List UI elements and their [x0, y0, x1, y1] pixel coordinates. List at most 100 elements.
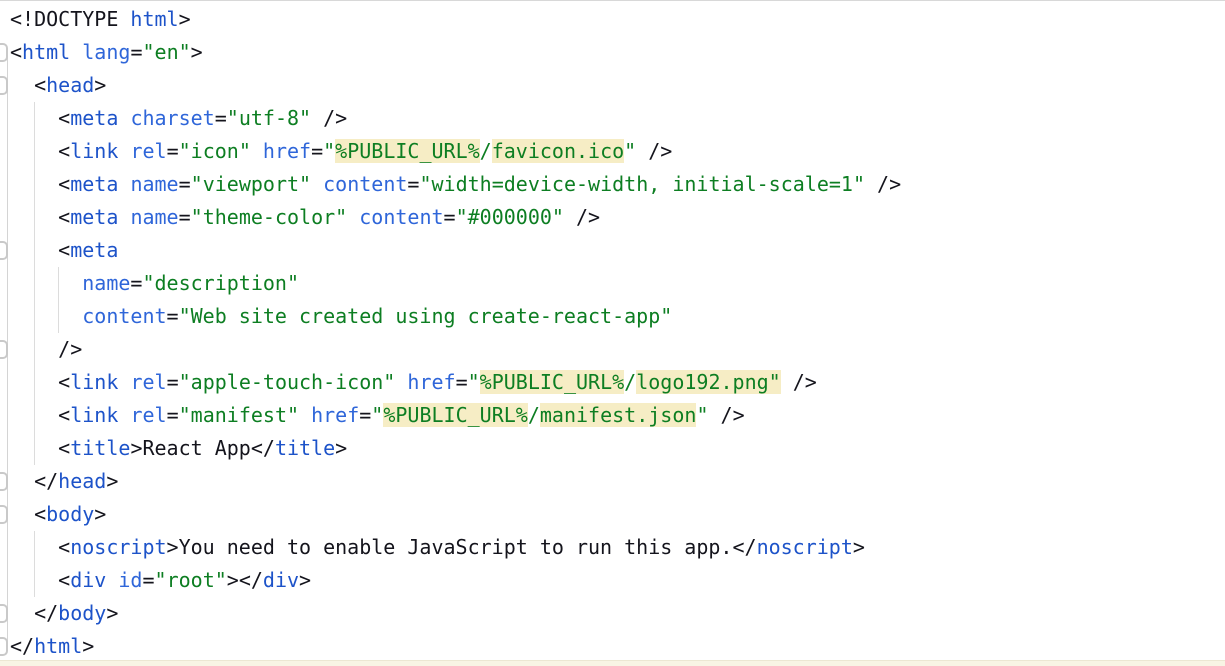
token-p: =	[167, 370, 179, 394]
token-p: <	[10, 238, 70, 262]
token-p: <	[10, 40, 22, 64]
token-p: />	[636, 139, 672, 163]
token-str: "	[468, 370, 480, 394]
code-line-5[interactable]: <link rel="icon" href="%PUBLIC_URL%/favi…	[10, 135, 901, 168]
token-p	[118, 139, 130, 163]
code-line-4[interactable]: <meta charset="utf-8" />	[10, 102, 901, 135]
code-line-15[interactable]: </head>	[10, 465, 901, 498]
token-p: <	[10, 370, 70, 394]
token-str: "en"	[142, 40, 190, 64]
code-line-8[interactable]: <meta	[10, 234, 901, 267]
token-tag: link	[70, 139, 118, 163]
token-attr: name	[82, 271, 130, 295]
code-line-3[interactable]: <head>	[10, 69, 901, 102]
token-attr: rel	[130, 370, 166, 394]
token-tag: div	[263, 568, 299, 592]
token-p	[106, 568, 118, 592]
token-p: =	[167, 304, 179, 328]
code-line-9[interactable]: name="description"	[10, 267, 901, 300]
token-p: />	[708, 403, 744, 427]
token-str: "manifest"	[179, 403, 299, 427]
token-tag: link	[70, 370, 118, 394]
token-str: "icon"	[179, 139, 251, 163]
token-p: <	[10, 535, 70, 559]
code-editor-pane[interactable]: <!DOCTYPE html><html lang="en"> <head> <…	[0, 0, 1225, 666]
code-line-13[interactable]: <link rel="manifest" href="%PUBLIC_URL%/…	[10, 399, 901, 432]
token-p: <	[10, 502, 46, 526]
token-inj: favicon.ico	[492, 139, 624, 163]
token-str: /	[624, 370, 636, 394]
token-p: />	[865, 172, 901, 196]
token-attr: content	[82, 304, 166, 328]
token-attr: name	[130, 172, 178, 196]
token-p: =	[179, 172, 191, 196]
token-tag: meta	[70, 238, 118, 262]
code-line-12[interactable]: <link rel="apple-touch-icon" href="%PUBL…	[10, 366, 901, 399]
code-line-16[interactable]: <body>	[10, 498, 901, 531]
token-p: >You need to enable JavaScript to run th…	[167, 535, 757, 559]
token-p: />	[564, 205, 600, 229]
code-line-10[interactable]: content="Web site created using create-r…	[10, 300, 901, 333]
token-attr: href	[311, 403, 359, 427]
token-p: />	[781, 370, 817, 394]
code-line-18[interactable]: <div id="root"></div>	[10, 564, 901, 597]
token-p	[299, 403, 311, 427]
code-line-11[interactable]: />	[10, 333, 901, 366]
token-attr: href	[407, 370, 455, 394]
code-line-2[interactable]: <html lang="en">	[10, 36, 901, 69]
token-p: <	[10, 436, 70, 460]
token-str: "root"	[155, 568, 227, 592]
token-attr: id	[118, 568, 142, 592]
token-p: >	[94, 73, 106, 97]
token-p: =	[407, 172, 419, 196]
token-p: </	[10, 634, 34, 658]
token-str: "width=device-width, initial-scale=1"	[419, 172, 865, 196]
token-attr: content	[359, 205, 443, 229]
code-line-20[interactable]: </html>	[10, 630, 901, 663]
code-line-19[interactable]: </body>	[10, 597, 901, 630]
token-p: ></	[227, 568, 263, 592]
token-p: >	[106, 469, 118, 493]
code-area[interactable]: <!DOCTYPE html><html lang="en"> <head> <…	[0, 1, 901, 663]
token-p	[118, 370, 130, 394]
horizontal-scrollbar-track[interactable]	[0, 660, 1225, 666]
token-p: =	[215, 106, 227, 130]
token-p: <!DOCTYPE	[10, 7, 130, 31]
token-p: =	[359, 403, 371, 427]
code-line-1[interactable]: <!DOCTYPE html>	[10, 3, 901, 36]
token-p	[10, 304, 82, 328]
token-attr: lang	[82, 40, 130, 64]
token-str: "viewport"	[191, 172, 311, 196]
token-inj: %PUBLIC_URL%	[383, 403, 528, 427]
token-tag: noscript	[70, 535, 166, 559]
token-str: "	[624, 139, 636, 163]
code-line-6[interactable]: <meta name="viewport" content="width=dev…	[10, 168, 901, 201]
token-p: </	[10, 601, 58, 625]
token-p: <	[10, 139, 70, 163]
token-p: >	[82, 634, 94, 658]
token-p: >	[299, 568, 311, 592]
token-str: "	[371, 403, 383, 427]
token-p: =	[311, 139, 323, 163]
token-p	[10, 271, 82, 295]
token-p: >	[853, 535, 865, 559]
code-line-14[interactable]: <title>React App</title>	[10, 432, 901, 465]
token-p	[118, 106, 130, 130]
code-line-17[interactable]: <noscript>You need to enable JavaScript …	[10, 531, 901, 564]
token-tag: html	[22, 40, 70, 64]
token-tag: head	[58, 469, 106, 493]
token-inj: %PUBLIC_URL%	[480, 370, 625, 394]
token-attr: rel	[130, 139, 166, 163]
token-tag: link	[70, 403, 118, 427]
code-line-7[interactable]: <meta name="theme-color" content="#00000…	[10, 201, 901, 234]
token-p	[347, 205, 359, 229]
token-p: <	[10, 172, 70, 196]
token-p	[395, 370, 407, 394]
token-attr: rel	[130, 403, 166, 427]
token-str: /	[528, 403, 540, 427]
token-inj: manifest.json	[540, 403, 697, 427]
token-p: >	[179, 7, 191, 31]
token-str: "theme-color"	[191, 205, 348, 229]
token-p: =	[130, 271, 142, 295]
token-p: <	[10, 106, 70, 130]
